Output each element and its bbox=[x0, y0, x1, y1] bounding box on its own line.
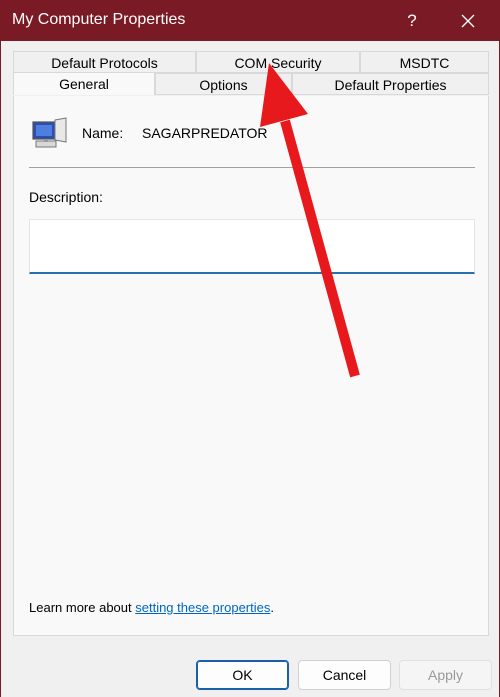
description-field[interactable] bbox=[29, 219, 475, 274]
apply-button[interactable]: Apply bbox=[399, 660, 492, 690]
computer-icon bbox=[32, 117, 67, 148]
close-button[interactable] bbox=[445, 1, 491, 41]
tab-msdtc[interactable]: MSDTC bbox=[360, 51, 489, 73]
help-button[interactable]: ? bbox=[389, 1, 435, 41]
learn-more-text: Learn more about setting these propertie… bbox=[29, 600, 274, 615]
name-label: Name: bbox=[82, 125, 124, 141]
cancel-button[interactable]: Cancel bbox=[298, 660, 391, 690]
setting-properties-link[interactable]: setting these properties bbox=[135, 600, 270, 615]
general-panel: Name: SAGARPREDATOR Description: Learn m… bbox=[13, 96, 489, 636]
ok-button[interactable]: OK bbox=[196, 660, 289, 690]
title-bar: My Computer Properties ? bbox=[1, 1, 499, 41]
learn-more-prefix: Learn more about bbox=[29, 600, 136, 615]
close-icon bbox=[461, 14, 475, 28]
computer-name-value: SAGARPREDATOR bbox=[142, 125, 268, 141]
tab-general[interactable]: General bbox=[13, 72, 155, 95]
properties-dialog: My Computer Properties ? Default Protoco… bbox=[0, 0, 500, 697]
separator bbox=[29, 167, 475, 168]
dialog-content: Default Protocols COM Security MSDTC Opt… bbox=[1, 41, 499, 658]
window-title: My Computer Properties bbox=[12, 11, 186, 28]
red-arrow-annotation bbox=[260, 63, 360, 378]
description-label: Description: bbox=[29, 189, 103, 205]
tab-default-protocols[interactable]: Default Protocols bbox=[13, 51, 196, 73]
learn-more-suffix: . bbox=[270, 600, 274, 615]
dialog-footer: OK Cancel Apply bbox=[1, 658, 499, 697]
